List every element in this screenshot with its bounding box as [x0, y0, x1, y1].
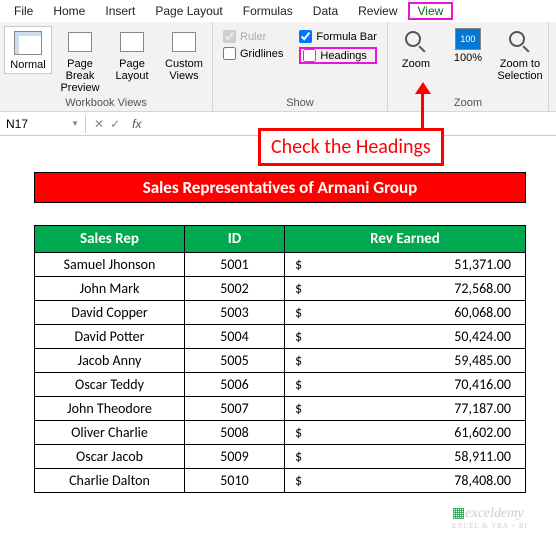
cell-rev[interactable]: $60,068.00 — [285, 301, 526, 325]
zoom-button[interactable]: Zoom — [392, 26, 440, 72]
page-break-preview-button[interactable]: Page Break Preview — [56, 26, 104, 96]
annotation-text: Check the Headings — [258, 128, 444, 166]
table-row[interactable]: David Potter5004$50,424.00 — [35, 325, 526, 349]
chevron-down-icon[interactable]: ▼ — [71, 119, 79, 128]
worksheet[interactable]: Sales Representatives of Armani Group Sa… — [34, 172, 526, 493]
cell-rep[interactable]: Oliver Charlie — [35, 421, 185, 445]
cell-rev[interactable]: $78,408.00 — [285, 469, 526, 493]
tab-file[interactable]: File — [4, 2, 43, 20]
table-header-row[interactable]: Sales Rep ID Rev Earned — [35, 226, 526, 253]
zoom-100-button[interactable]: 100 100% — [444, 26, 492, 66]
cell-id[interactable]: 5006 — [185, 373, 285, 397]
cell-rep[interactable]: David Copper — [35, 301, 185, 325]
custom-views-button[interactable]: Custom Views — [160, 26, 208, 84]
group-zoom: Zoom 100 100% Zoom to Selection Zoom — [388, 22, 549, 111]
cell-id[interactable]: 5004 — [185, 325, 285, 349]
cell-rep[interactable]: Jacob Anny — [35, 349, 185, 373]
cell-rep[interactable]: David Potter — [35, 325, 185, 349]
cell-rev[interactable]: $59,485.00 — [285, 349, 526, 373]
ribbon: Normal Page Break Preview Page Layout Cu… — [0, 22, 556, 112]
annotation-arrow-head — [415, 82, 431, 94]
table-row[interactable]: Samuel Jhonson5001$51,371.00 — [35, 253, 526, 277]
group-show: Ruler Gridlines Formula Bar Headings Sho… — [213, 22, 388, 111]
table-row[interactable]: John Mark5002$72,568.00 — [35, 277, 526, 301]
table-row[interactable]: John Theodore5007$77,187.00 — [35, 397, 526, 421]
enter-icon: ✓ — [110, 117, 120, 131]
cell-id[interactable]: 5005 — [185, 349, 285, 373]
tab-data[interactable]: Data — [303, 2, 348, 20]
cell-id[interactable]: 5007 — [185, 397, 285, 421]
ruler-check-input — [223, 30, 236, 43]
cell-rev[interactable]: $58,911.00 — [285, 445, 526, 469]
tab-home[interactable]: Home — [43, 2, 95, 20]
cell-id[interactable]: 5008 — [185, 421, 285, 445]
page-break-icon — [68, 32, 92, 52]
header-rev[interactable]: Rev Earned — [285, 226, 526, 253]
cell-rep[interactable]: Oscar Jacob — [35, 445, 185, 469]
normal-view-icon — [14, 31, 42, 55]
table-row[interactable]: David Copper5003$60,068.00 — [35, 301, 526, 325]
table-row[interactable]: Oscar Teddy5006$70,416.00 — [35, 373, 526, 397]
group-label-show: Show — [213, 97, 387, 111]
table-row[interactable]: Charlie Dalton5010$78,408.00 — [35, 469, 526, 493]
gridlines-checkbox[interactable]: Gridlines — [223, 47, 283, 60]
name-box[interactable]: N17 ▼ — [0, 115, 86, 133]
data-table[interactable]: Sales Rep ID Rev Earned Samuel Jhonson50… — [34, 225, 526, 493]
table-row[interactable]: Jacob Anny5005$59,485.00 — [35, 349, 526, 373]
cell-rev[interactable]: $70,416.00 — [285, 373, 526, 397]
formula-buttons: ✕ ✓ — [86, 117, 128, 131]
watermark: ▦exceldemy EXCEL & VBA + BI — [452, 505, 528, 530]
group-label-workbook-views: Workbook Views — [0, 97, 212, 111]
cell-id[interactable]: 5003 — [185, 301, 285, 325]
table-row[interactable]: Oscar Jacob5009$58,911.00 — [35, 445, 526, 469]
tab-review[interactable]: Review — [348, 2, 407, 20]
group-workbook-views: Normal Page Break Preview Page Layout Cu… — [0, 22, 213, 111]
formula-bar-check-input[interactable] — [299, 30, 312, 43]
cell-id[interactable]: 5010 — [185, 469, 285, 493]
cancel-icon: ✕ — [94, 117, 104, 131]
zoom-icon — [403, 29, 429, 55]
cell-rep[interactable]: Oscar Teddy — [35, 373, 185, 397]
cell-rev[interactable]: $72,568.00 — [285, 277, 526, 301]
ruler-checkbox: Ruler — [223, 30, 283, 43]
zoom-100-icon: 100 — [455, 28, 481, 50]
headings-checkbox[interactable]: Headings — [299, 47, 377, 64]
custom-views-icon — [172, 32, 196, 52]
cell-rev[interactable]: $77,187.00 — [285, 397, 526, 421]
cell-rep[interactable]: John Mark — [35, 277, 185, 301]
cell-id[interactable]: 5009 — [185, 445, 285, 469]
cell-id[interactable]: 5002 — [185, 277, 285, 301]
zoom-selection-icon — [507, 29, 533, 55]
tab-pagelayout[interactable]: Page Layout — [145, 2, 232, 20]
page-layout-button[interactable]: Page Layout — [108, 26, 156, 84]
formula-bar-checkbox[interactable]: Formula Bar — [299, 30, 377, 43]
normal-button[interactable]: Normal — [4, 26, 52, 74]
cell-rep[interactable]: Charlie Dalton — [35, 469, 185, 493]
sheet-title[interactable]: Sales Representatives of Armani Group — [34, 172, 526, 203]
tab-view[interactable]: View — [408, 2, 454, 20]
cell-id[interactable]: 5001 — [185, 253, 285, 277]
tab-formulas[interactable]: Formulas — [233, 2, 303, 20]
header-sales-rep[interactable]: Sales Rep — [35, 226, 185, 253]
headings-check-input[interactable] — [303, 49, 316, 62]
cell-rep[interactable]: John Theodore — [35, 397, 185, 421]
header-id[interactable]: ID — [185, 226, 285, 253]
group-label-zoom: Zoom — [388, 97, 548, 111]
cell-rev[interactable]: $50,424.00 — [285, 325, 526, 349]
ribbon-tabs: File Home Insert Page Layout Formulas Da… — [0, 0, 556, 22]
fx-label[interactable]: fx — [128, 117, 141, 131]
table-row[interactable]: Oliver Charlie5008$61,602.00 — [35, 421, 526, 445]
cell-rev[interactable]: $51,371.00 — [285, 253, 526, 277]
zoom-selection-button[interactable]: Zoom to Selection — [496, 26, 544, 84]
gridlines-check-input[interactable] — [223, 47, 236, 60]
page-layout-icon — [120, 32, 144, 52]
tab-insert[interactable]: Insert — [95, 2, 145, 20]
cell-rev[interactable]: $61,602.00 — [285, 421, 526, 445]
cell-rep[interactable]: Samuel Jhonson — [35, 253, 185, 277]
